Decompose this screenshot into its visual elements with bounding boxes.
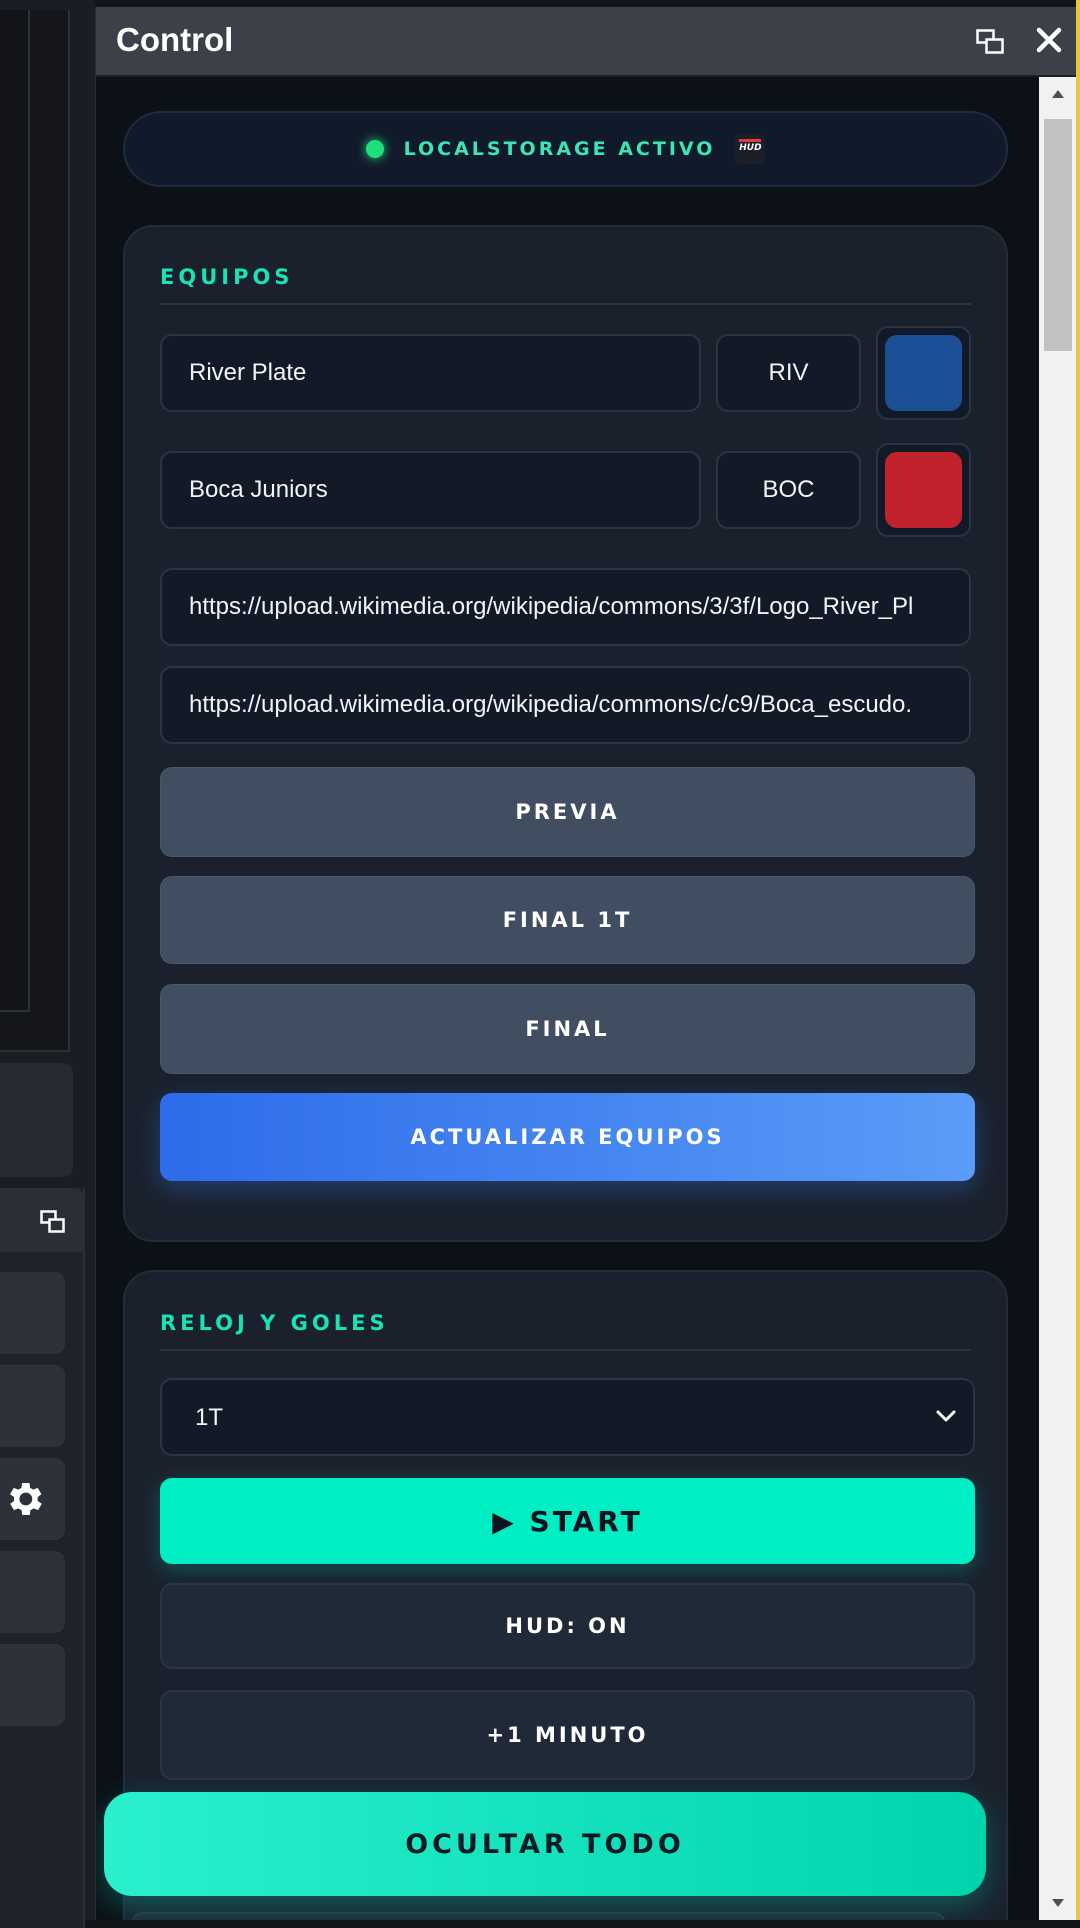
team1-name-input[interactable]: River Plate [160, 334, 701, 412]
triangle-up-icon [1051, 90, 1064, 98]
team1-color-swatch [885, 335, 962, 411]
equipos-card: EQUIPOS River Plate RIV Boca Juniors BOC… [123, 225, 1008, 1242]
ocultar-todo-button[interactable]: OCULTAR TODO [104, 1792, 986, 1896]
hud-logo-text: HUD [739, 143, 762, 153]
popout-icon[interactable] [976, 29, 1004, 55]
window-titlebar[interactable]: Control [96, 7, 1076, 77]
control-window: Control LOCALSTORAGE ACTIVO HUD EQUIPOS … [95, 7, 1076, 1920]
team2-name-input[interactable]: Boca Juniors [160, 451, 701, 529]
team1-abbr-input[interactable]: RIV [716, 334, 861, 412]
gear-icon [10, 1483, 42, 1515]
team1-color-picker[interactable] [876, 326, 971, 420]
chevron-down-icon [936, 1410, 956, 1422]
background-panel-header [0, 1188, 83, 1252]
reloj-divider [160, 1349, 971, 1351]
hud-logo-bar [739, 139, 762, 142]
scrollbar[interactable] [1039, 77, 1076, 1920]
status-label: LOCALSTORAGE ACTIVO [403, 138, 716, 160]
hidden-button[interactable] [131, 1912, 946, 1920]
reloj-title: RELOJ Y GOLES [160, 1311, 389, 1335]
close-icon[interactable] [1034, 25, 1064, 55]
scroll-thumb[interactable] [1044, 119, 1072, 351]
status-dot [365, 140, 384, 158]
actualizar-equipos-button[interactable]: ACTUALIZAR EQUIPOS [160, 1093, 975, 1181]
period-select[interactable]: 1T [160, 1378, 975, 1456]
background-panel [0, 1188, 85, 1928]
hud-toggle-button[interactable]: HUD: ON [160, 1583, 975, 1669]
background-button[interactable] [0, 1551, 65, 1633]
team2-color-swatch [885, 452, 962, 528]
hud-logo: HUD [735, 134, 766, 164]
window-edge [1076, 0, 1080, 1920]
background-frame-inner [0, 10, 30, 1012]
final-1t-button[interactable]: FINAL 1T [160, 876, 975, 964]
period-select-value: 1T [195, 1404, 224, 1431]
background-settings-button[interactable] [0, 1458, 65, 1540]
team2-logo-url-input[interactable]: https://upload.wikimedia.org/wikipedia/c… [160, 666, 971, 744]
team2-color-picker[interactable] [876, 443, 971, 537]
final-button[interactable]: FINAL [160, 984, 975, 1074]
team2-abbr-input[interactable]: BOC [716, 451, 861, 529]
team1-logo-url-input[interactable]: https://upload.wikimedia.org/wikipedia/c… [160, 568, 971, 646]
storage-status: LOCALSTORAGE ACTIVO HUD [123, 111, 1008, 187]
background-card [0, 1063, 73, 1177]
background-button[interactable] [0, 1272, 65, 1354]
equipos-divider [160, 303, 971, 305]
background-app [0, 0, 95, 1928]
triangle-down-icon [1051, 1899, 1064, 1907]
scroll-down-arrow[interactable] [1039, 1886, 1076, 1920]
window-title: Control [116, 21, 234, 58]
equipos-title: EQUIPOS [160, 265, 294, 289]
start-button[interactable]: ▶ START [160, 1478, 975, 1564]
scroll-up-arrow[interactable] [1039, 77, 1076, 111]
control-content: LOCALSTORAGE ACTIVO HUD EQUIPOS River Pl… [96, 77, 1039, 1920]
previa-button[interactable]: PREVIA [160, 767, 975, 857]
background-button[interactable] [0, 1365, 65, 1447]
background-button[interactable] [0, 1644, 65, 1726]
background-frame [0, 10, 70, 1052]
popout-icon[interactable] [40, 1210, 66, 1234]
plus-one-minute-button[interactable]: +1 MINUTO [160, 1690, 975, 1780]
